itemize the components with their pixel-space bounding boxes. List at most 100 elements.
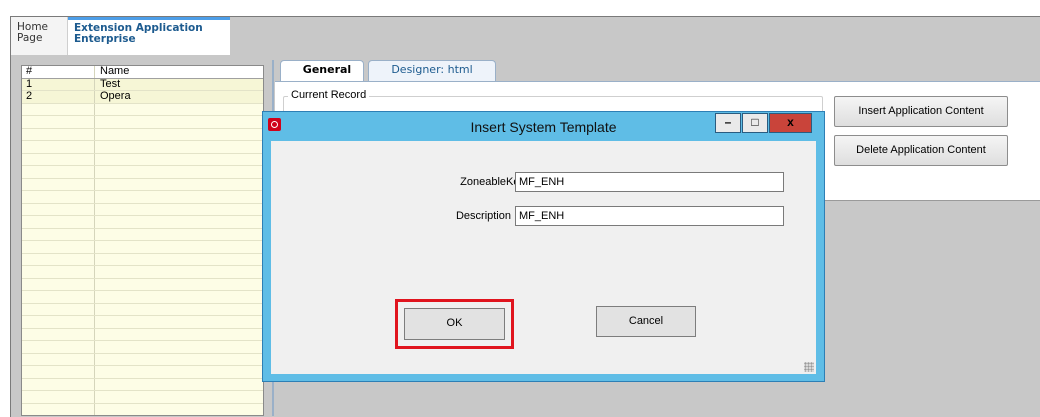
empty-grid-cell xyxy=(22,378,95,390)
empty-grid-row xyxy=(22,116,263,129)
empty-grid-cell xyxy=(22,353,95,365)
empty-grid-cell xyxy=(22,278,95,290)
empty-grid-cell xyxy=(22,266,95,278)
empty-grid-row xyxy=(22,128,263,141)
empty-grid-cell xyxy=(22,216,95,228)
empty-grid-row xyxy=(22,241,263,254)
tab-general[interactable]: General xyxy=(280,60,364,81)
zoneable-key-input[interactable] xyxy=(515,172,784,192)
empty-grid-cell xyxy=(22,203,95,215)
grid-cell-name: Test xyxy=(100,77,121,90)
empty-grid-cell xyxy=(22,403,95,415)
empty-grid-cell xyxy=(96,366,263,378)
tab-extension-application[interactable]: Extension Application Enterprise xyxy=(68,17,230,55)
empty-grid-cell xyxy=(96,291,263,303)
empty-grid-cell xyxy=(22,103,95,115)
empty-grid-cell xyxy=(96,216,263,228)
maximize-button[interactable]: □ xyxy=(742,113,768,133)
table-row[interactable]: 1 Test xyxy=(22,77,263,91)
empty-grid-cell xyxy=(22,166,95,178)
ok-button-highlight: OK xyxy=(395,299,514,349)
dialog-title-bar[interactable]: Insert System Template – □ x xyxy=(263,112,824,141)
tab-extension-application-label: Extension Application Enterprise xyxy=(74,22,203,45)
minimize-button[interactable]: – xyxy=(715,113,741,133)
empty-grid-cell xyxy=(96,204,263,216)
empty-grid-cell xyxy=(22,328,95,340)
zoneable-key-label: ZoneableKey xyxy=(460,176,525,188)
empty-grid-cell xyxy=(96,229,263,241)
empty-grid-cell xyxy=(22,366,95,378)
description-label: Description xyxy=(455,210,511,222)
grid-cell-number: 1 xyxy=(22,78,95,90)
empty-grid-cell xyxy=(96,279,263,291)
empty-grid-row xyxy=(22,353,263,366)
empty-grid-cell xyxy=(96,316,263,328)
delete-application-content-button[interactable]: Delete Application Content xyxy=(834,135,1008,166)
empty-grid-cell xyxy=(22,228,95,240)
grid-header-name[interactable]: Name xyxy=(96,66,263,78)
empty-grid-cell xyxy=(22,141,95,153)
empty-grid-cell xyxy=(22,153,95,165)
empty-grid-row xyxy=(22,303,263,316)
empty-grid-cell xyxy=(22,178,95,190)
empty-grid-row xyxy=(22,203,263,216)
records-grid[interactable]: # Name 1 Test 2 Opera xyxy=(21,65,264,416)
cancel-button[interactable]: Cancel xyxy=(596,306,696,337)
empty-grid-cell xyxy=(22,391,95,403)
insert-application-content-button[interactable]: Insert Application Content xyxy=(834,96,1008,127)
ok-button[interactable]: OK xyxy=(404,308,505,340)
empty-grid-cell xyxy=(96,241,263,253)
empty-grid-cell xyxy=(96,391,263,403)
empty-grid-cell xyxy=(96,266,263,278)
grid-cell-number: 2 xyxy=(22,91,95,103)
description-input[interactable] xyxy=(515,206,784,226)
empty-grid-cell xyxy=(22,241,95,253)
empty-grid-row xyxy=(22,191,263,204)
close-button[interactable]: x xyxy=(769,113,812,133)
empty-grid-cell xyxy=(96,379,263,391)
empty-grid-cell xyxy=(22,341,95,353)
empty-grid-row xyxy=(22,328,263,341)
empty-grid-row xyxy=(22,278,263,291)
empty-grid-cell xyxy=(96,304,263,316)
insert-system-template-dialog: Insert System Template – □ x ZoneableKey… xyxy=(262,111,825,382)
grid-header: # Name xyxy=(22,66,263,79)
empty-grid-row xyxy=(22,141,263,154)
empty-grid-cell xyxy=(96,179,263,191)
tab-designer-html[interactable]: Designer: html xyxy=(368,60,496,81)
empty-grid-row xyxy=(22,266,263,279)
empty-grid-cell xyxy=(96,104,263,116)
resize-grip-icon[interactable] xyxy=(804,362,814,372)
empty-grid-cell xyxy=(96,341,263,353)
empty-grid-row xyxy=(22,166,263,179)
empty-grid-cell xyxy=(96,404,263,416)
empty-grid-row xyxy=(22,366,263,379)
table-row[interactable]: 2 Opera xyxy=(22,91,263,104)
empty-grid-row xyxy=(22,291,263,304)
empty-grid-cell xyxy=(22,116,95,128)
grid-cell-name: Opera xyxy=(100,90,131,102)
empty-grid-cell xyxy=(22,128,95,140)
empty-grid-cell xyxy=(96,354,263,366)
empty-grid-row xyxy=(22,178,263,191)
empty-grid-row xyxy=(22,403,263,416)
dialog-body: ZoneableKey Description Cancel xyxy=(271,141,816,374)
empty-grid-row xyxy=(22,228,263,241)
grid-header-number[interactable]: # xyxy=(22,66,95,78)
tab-home-page-label: Home Page xyxy=(17,21,49,44)
empty-grid-cell xyxy=(96,191,263,203)
empty-grid-cell xyxy=(96,329,263,341)
empty-grid-row xyxy=(22,316,263,329)
tab-home-page[interactable]: Home Page xyxy=(11,17,68,55)
empty-grid-row xyxy=(22,253,263,266)
empty-grid-cell xyxy=(22,303,95,315)
empty-grid-row xyxy=(22,341,263,354)
empty-grid-cell xyxy=(96,129,263,141)
empty-grid-row xyxy=(22,378,263,391)
empty-grid-cell xyxy=(22,316,95,328)
empty-grid-row xyxy=(22,216,263,229)
empty-grid-row xyxy=(22,153,263,166)
empty-grid-row xyxy=(22,103,263,116)
empty-grid-cell xyxy=(22,253,95,265)
empty-grid-cell xyxy=(96,141,263,153)
